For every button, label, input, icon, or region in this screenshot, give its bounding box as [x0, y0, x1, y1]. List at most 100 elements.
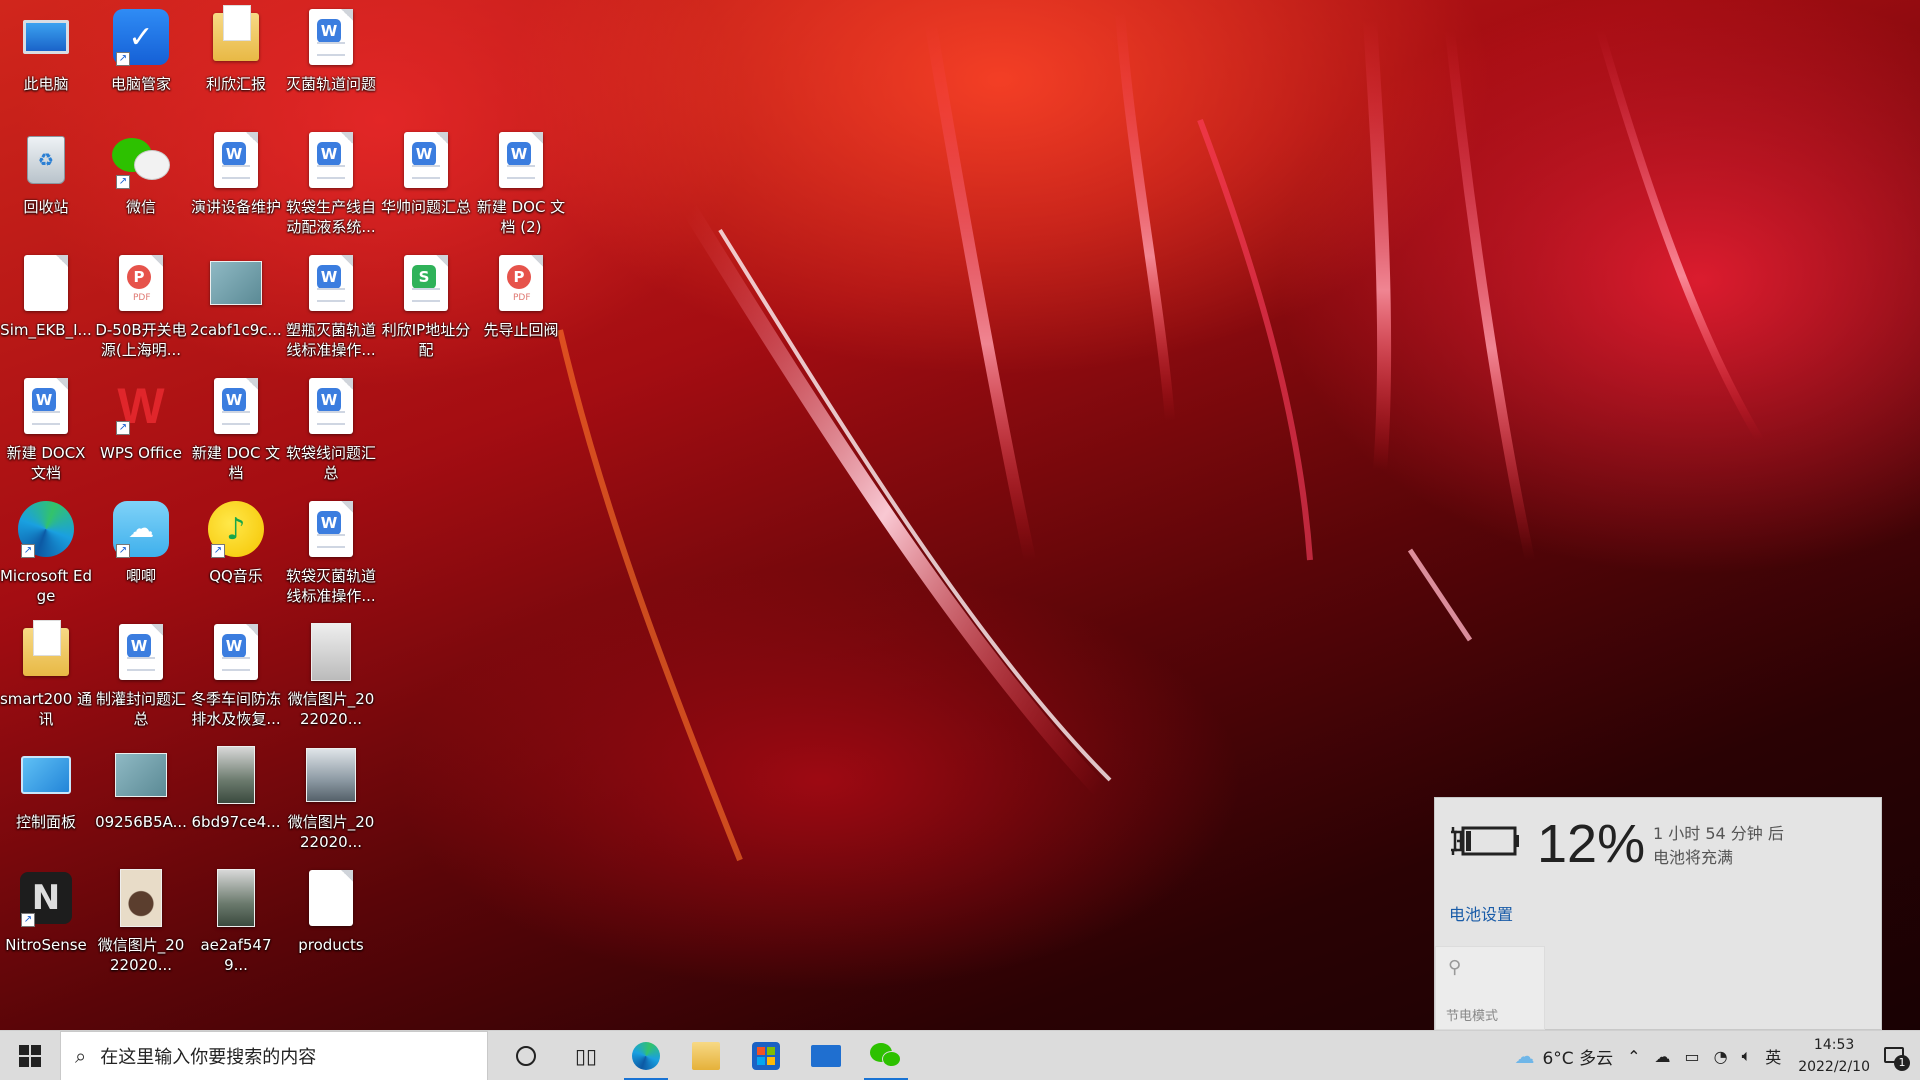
desktop-icon-file-09256[interactable]: 09256B5A...	[95, 738, 187, 854]
jiji-app-icon: ☁ ↗	[112, 498, 170, 560]
desktop-icon-jiji[interactable]: ☁ ↗ 唧唧	[95, 492, 187, 608]
taskbar-app-store[interactable]	[736, 1031, 796, 1080]
word-document-icon: W	[302, 129, 360, 191]
weather-widget[interactable]: ☁ 6°C 多云	[1514, 1044, 1613, 1069]
word-document-icon: W	[207, 621, 265, 683]
image-thumbnail-icon	[207, 867, 265, 929]
desktop-icon-winter-workshop[interactable]: W 冬季车间防冻排水及恢复...	[190, 615, 282, 731]
word-document-icon: W	[302, 498, 360, 560]
blank-file-icon	[302, 867, 360, 929]
taskbar-app-file-explorer[interactable]	[676, 1031, 736, 1080]
notification-count-badge: 1	[1894, 1055, 1910, 1071]
desktop-icon-new-doc[interactable]: W 新建 DOC 文档	[190, 369, 282, 485]
spreadsheet-file-icon: S	[397, 252, 455, 314]
desktop-icon-softbag-issue[interactable]: W 软袋线问题汇总	[285, 369, 377, 485]
desktop-icon-nitrosense[interactable]: N ↗ NitroSense	[0, 861, 92, 977]
word-document-icon: W	[397, 129, 455, 191]
desktop-icon-bottle-line[interactable]: W 塑瓶灭菌轨道线标准操作...	[285, 246, 377, 362]
shortcut-arrow-icon: ↗	[116, 175, 130, 189]
desktop-icon-softbag-line[interactable]: W 软袋生产线自动配液系统...	[285, 123, 377, 239]
battery-settings-link[interactable]: 电池设置	[1449, 901, 1513, 925]
nitrosense-icon: N ↗	[17, 867, 75, 929]
wechat-icon: ↗	[112, 129, 170, 191]
battery-saver-toggle[interactable]: ⚲ 节电模式	[1435, 946, 1545, 1030]
desktop-icon-speech-equipment[interactable]: W 演讲设备维护	[190, 123, 282, 239]
shortcut-arrow-icon: ↗	[211, 544, 225, 558]
battery-flyout: 12% 1 小时 54 分钟 后 电池将充满 电池设置 ⚲ 节电模式	[1434, 797, 1882, 1030]
desktop-icon-sim-ekb[interactable]: Sim_EKB_I...	[0, 246, 92, 362]
taskbar-search-box[interactable]: ⌕ 在这里输入你要搜索的内容	[60, 1030, 488, 1080]
image-thumbnail-icon	[112, 867, 170, 929]
taskbar-clock[interactable]: 14:53 2022/2/10	[1798, 1034, 1870, 1078]
pc-manager-shield-icon: ✓ ↗	[112, 6, 170, 68]
desktop-icon-huashuai[interactable]: W 华帅问题汇总	[380, 123, 472, 239]
word-document-icon: W	[302, 375, 360, 437]
start-button[interactable]	[0, 1031, 60, 1080]
image-thumbnail-icon	[112, 744, 170, 806]
computer-icon	[17, 6, 75, 68]
battery-eta-time: 1 小时 54 分钟 后	[1653, 824, 1784, 843]
wps-office-icon: W ↗	[116, 378, 165, 435]
battery-eta-status: 电池将充满	[1653, 848, 1734, 867]
shortcut-arrow-icon: ↗	[21, 544, 35, 558]
desktop-icon-this-pc[interactable]: 此电脑	[0, 0, 92, 116]
desktop-icon-file-6bd97[interactable]: 6bd97ce4...	[190, 738, 282, 854]
desktop-icon-control-panel[interactable]: 控制面板	[0, 738, 92, 854]
desktop-icon-qq-music[interactable]: ♪ ↗ QQ音乐	[190, 492, 282, 608]
taskbar-app-edge[interactable]	[616, 1031, 676, 1080]
desktop-icon-lixin-ip[interactable]: S 利欣IP地址分配	[380, 246, 472, 362]
onedrive-icon[interactable]: ☁	[1654, 1047, 1670, 1066]
search-icon: ⌕	[75, 1043, 87, 1068]
desktop-icon-new-docx[interactable]: W 新建 DOCX 文档	[0, 369, 92, 485]
desktop-icon-d50b-pdf[interactable]: P PDF D-50B开关电源(上海明...	[95, 246, 187, 362]
desktop-icon-softbag-sterilize[interactable]: W 软袋灭菌轨道线标准操作...	[285, 492, 377, 608]
edge-icon	[632, 1041, 660, 1070]
taskbar-app-mail[interactable]	[796, 1031, 856, 1080]
desktop-icon-seal-issue[interactable]: W 制灌封问题汇总	[95, 615, 187, 731]
desktop-icon-lixin-report[interactable]: 利欣汇报	[190, 0, 282, 116]
desktop-icon-file-ae2af[interactable]: ae2af5479...	[190, 861, 282, 977]
desktop-icon-pc-manager[interactable]: ✓ ↗ 电脑管家	[95, 0, 187, 116]
word-document-icon: W	[302, 6, 360, 68]
battery-percentage: 12%	[1537, 814, 1646, 874]
desktop-icon-wechat-img3[interactable]: 微信图片_2022020...	[95, 861, 187, 977]
word-document-icon: W	[17, 375, 75, 437]
desktop-icon-wechat-img2[interactable]: 微信图片_2022020...	[285, 738, 377, 854]
desktop-icon-wps-office[interactable]: W ↗ WPS Office	[95, 369, 187, 485]
wifi-icon[interactable]: ◔	[1714, 1047, 1728, 1066]
word-document-icon: W	[207, 129, 265, 191]
desktop-icon-pilot-valve[interactable]: P PDF 先导止回阀	[475, 246, 567, 362]
desktop-icon-smart200[interactable]: smart200 通讯	[0, 615, 92, 731]
taskbar-app-wechat[interactable]	[856, 1031, 916, 1080]
search-placeholder: 在这里输入你要搜索的内容	[100, 1046, 317, 1068]
task-view-button[interactable]: ▯▯	[556, 1031, 616, 1080]
taskbar: ⌕ 在这里输入你要搜索的内容 ▯▯ ☁ 6°C 多云 ⌃ ☁ ▭ ◔ 🔈︎ 英 …	[0, 1030, 1920, 1080]
desktop-icon-wechat-img1[interactable]: 微信图片_2022020...	[285, 615, 377, 731]
notification-center-button[interactable]: 1	[1880, 1041, 1910, 1071]
battery-eta: 1 小时 54 分钟 后 电池将充满	[1653, 822, 1784, 870]
input-method-indicator[interactable]: 英	[1765, 1044, 1781, 1068]
battery-icon[interactable]: ▭	[1684, 1047, 1699, 1066]
desktop-icon-file-2cabf[interactable]: 2cabf1c9c...	[190, 246, 282, 362]
desktop-icon-edge[interactable]: ↗ Microsoft Edge	[0, 492, 92, 608]
cortana-button[interactable]	[496, 1031, 556, 1080]
chevron-up-icon[interactable]: ⌃	[1627, 1047, 1640, 1066]
image-thumbnail-icon	[207, 252, 265, 314]
wechat-icon	[870, 1042, 902, 1069]
desktop-icon-wechat[interactable]: ↗ 微信	[95, 123, 187, 239]
weather-text: 6°C 多云	[1542, 1048, 1614, 1069]
word-document-icon: W	[302, 252, 360, 314]
desktop-icon-recycle-bin[interactable]: ♻ 回收站	[0, 123, 92, 239]
battery-charging-icon	[1451, 826, 1519, 856]
qq-music-icon: ♪ ↗	[207, 498, 265, 560]
desktop-icon-products[interactable]: products	[285, 861, 377, 977]
system-tray: ☁ 6°C 多云 ⌃ ☁ ▭ ◔ 🔈︎ 英 14:53 2022/2/10 1	[1507, 1031, 1920, 1080]
volume-icon[interactable]: 🔈︎	[1742, 1046, 1752, 1066]
word-document-icon: W	[112, 621, 170, 683]
desktop-icon-sterilize-issue[interactable]: W 灭菌轨道问题	[285, 0, 377, 116]
file-explorer-icon	[692, 1041, 720, 1070]
shortcut-arrow-icon: ↗	[116, 421, 130, 435]
desktop-icon-new-doc2[interactable]: W 新建 DOC 文档 (2)	[475, 123, 567, 239]
control-panel-icon	[17, 744, 75, 806]
weather-icon: ☁	[1514, 1044, 1535, 1068]
